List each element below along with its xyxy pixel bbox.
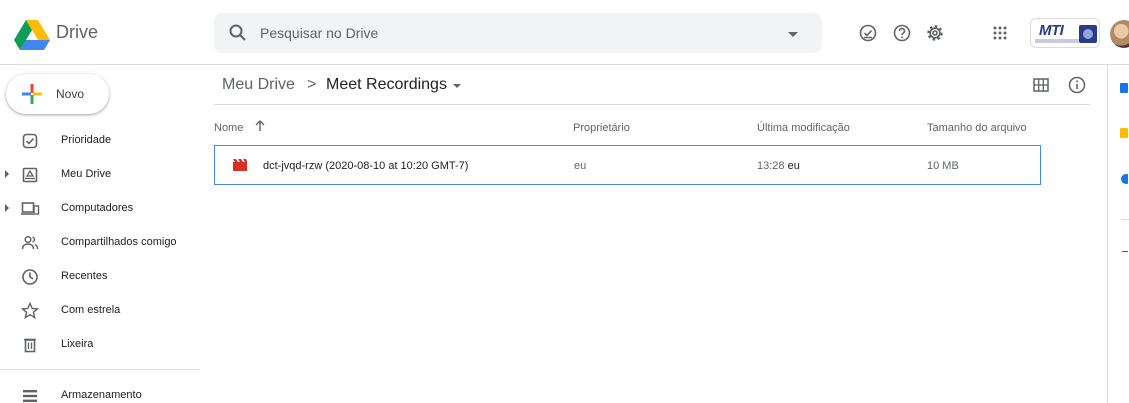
sidebar-item-label: Prioridade [61, 134, 112, 146]
apps-grid-icon[interactable] [990, 23, 1010, 43]
sidebar-item-label: Computadores [61, 202, 134, 214]
grid-view-icon[interactable] [1030, 74, 1052, 96]
folder-menu-caret-icon[interactable] [453, 84, 461, 88]
column-header-last-modified[interactable]: Última modificação [757, 122, 850, 134]
sidebar-item-starred[interactable]: Com estrela [0, 294, 200, 327]
toolbar-divider [214, 104, 1090, 105]
sidebar-item-my-drive[interactable]: Meu Drive [0, 158, 200, 191]
sidebar-item-label: Meu Drive [61, 168, 112, 180]
breadcrumb-separator: > [307, 76, 317, 93]
keep-addon-icon[interactable] [1118, 127, 1128, 139]
file-size: 10 MB [927, 160, 959, 172]
new-button[interactable]: Novo [6, 74, 109, 114]
file-last-modified: 13:28 eu [757, 160, 800, 172]
expand-arrow-icon[interactable] [5, 204, 9, 212]
table-row[interactable]: dct-jvqd-rzw (2020-08-10 at 10:20 GMT-7)… [214, 145, 1041, 185]
sidebar-item-priority[interactable]: Prioridade [0, 124, 200, 157]
clock-icon [22, 269, 38, 285]
side-panel-divider [1122, 219, 1129, 220]
breadcrumb-current-folder[interactable]: Meet Recordings [326, 76, 447, 94]
organization-seal-icon [1079, 25, 1097, 43]
search-bar[interactable] [214, 13, 822, 53]
sidebar-item-label: Compartilhados comigo [61, 236, 177, 248]
column-header-file-size[interactable]: Tamanho do arquivo [927, 122, 1027, 134]
get-addons-icon[interactable] [1122, 251, 1128, 252]
drive-logo-icon[interactable] [14, 20, 50, 50]
sidebar-item-label: Armazenamento [61, 389, 142, 401]
file-owner: eu [574, 160, 587, 172]
organization-badge[interactable]: MTI [1030, 18, 1100, 48]
file-name: dct-jvqd-rzw (2020-08-10 at 10:20 GMT-7) [263, 160, 469, 172]
settings-gear-icon[interactable] [925, 23, 945, 43]
search-icon[interactable] [228, 23, 248, 43]
sidebar-item-label: Com estrela [61, 304, 121, 316]
storage-icon [23, 390, 37, 402]
sidebar-item-computers[interactable]: Computadores [0, 192, 200, 225]
computers-icon [21, 202, 40, 215]
modified-by: eu [787, 160, 800, 172]
column-header-owner[interactable]: Proprietário [573, 122, 630, 134]
organization-logo-subtext [1035, 39, 1079, 43]
info-icon[interactable] [1066, 74, 1088, 96]
tasks-addon-icon[interactable] [1118, 173, 1128, 185]
star-icon [20, 301, 40, 320]
shared-icon [21, 235, 39, 250]
trash-icon [24, 338, 36, 353]
top-bar: Drive MTI [0, 0, 1129, 65]
sidebar-item-label: Recentes [61, 270, 108, 282]
sidebar-item-storage[interactable]: Armazenamento [0, 379, 200, 403]
sidebar-item-recent[interactable]: Recentes [0, 260, 200, 293]
organization-logo-text: MTI [1039, 22, 1064, 39]
my-drive-icon [22, 167, 38, 183]
video-file-icon [233, 159, 247, 171]
column-header-name[interactable]: Nome [214, 122, 243, 134]
side-panel-rail [1107, 65, 1129, 403]
sidebar-item-shared-with-me[interactable]: Compartilhados comigo [0, 226, 200, 259]
app-name[interactable]: Drive [56, 22, 98, 43]
sidebar-divider [0, 369, 200, 370]
breadcrumb-root[interactable]: Meu Drive [222, 76, 295, 94]
expand-arrow-icon[interactable] [5, 170, 9, 178]
offline-ready-icon[interactable] [858, 23, 878, 43]
help-icon[interactable] [892, 23, 912, 43]
new-button-label: Novo [56, 87, 85, 101]
account-avatar[interactable] [1110, 20, 1129, 48]
search-input[interactable] [260, 13, 760, 53]
modified-time: 13:28 [757, 160, 785, 172]
search-options-icon[interactable] [788, 32, 798, 37]
sort-ascending-icon[interactable] [253, 119, 267, 133]
calendar-addon-icon[interactable] [1118, 82, 1128, 94]
sidebar-item-trash[interactable]: Lixeira [0, 328, 200, 361]
sidebar-item-label: Lixeira [61, 338, 94, 350]
plus-icon [22, 84, 42, 104]
priority-icon [22, 133, 38, 149]
